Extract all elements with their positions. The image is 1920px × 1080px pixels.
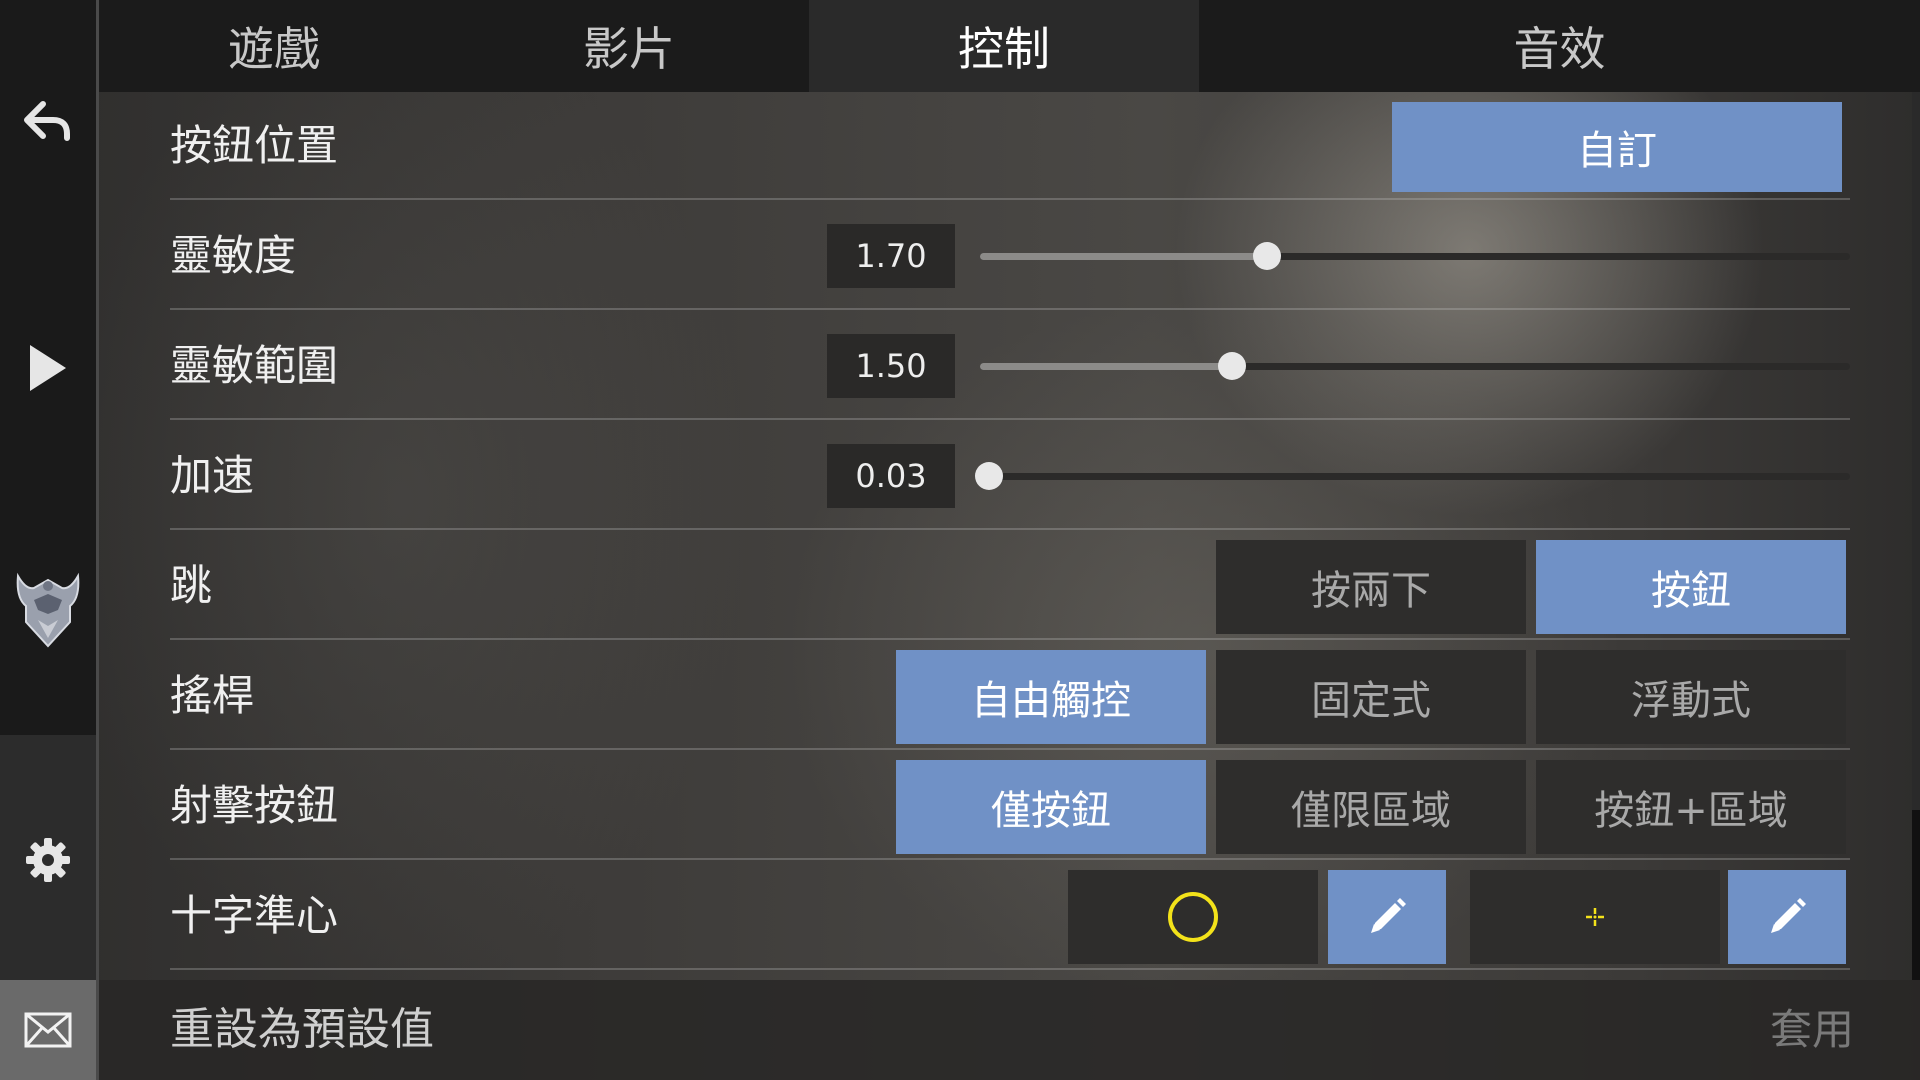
pencil-icon <box>1771 898 1806 933</box>
sensitivity-slider[interactable] <box>980 242 1850 270</box>
button-position-label: 按鈕位置 <box>170 121 339 170</box>
play-button[interactable] <box>0 318 96 418</box>
setting-row-button-position: 按鈕位置 自訂 <box>170 92 1850 200</box>
team-logo-button[interactable] <box>0 560 96 660</box>
apply-button[interactable]: 套用 <box>1770 980 1854 1080</box>
jump-double-tap-button[interactable]: 按兩下 <box>1216 540 1526 634</box>
back-button[interactable] <box>0 72 96 172</box>
setting-row-acceleration: 加速 0.03 <box>170 422 1850 530</box>
sensitivity-range-value[interactable]: 1.50 <box>827 334 955 398</box>
mail-button[interactable] <box>0 980 96 1080</box>
setting-row-jump: 跳 按兩下 按鈕 <box>170 532 1850 640</box>
crosshair-circle-edit-button[interactable] <box>1328 870 1446 964</box>
tab-controls[interactable]: 控制 <box>809 0 1199 92</box>
crosshair-cross-preview[interactable] <box>1470 870 1720 964</box>
setting-row-fire-button: 射擊按鈕 僅按鈕 僅限區域 按鈕+區域 <box>170 752 1850 860</box>
sensitivity-slider-fill <box>980 253 1268 260</box>
crosshair-label: 十字準心 <box>170 891 339 940</box>
sensitivity-range-label: 靈敏範圍 <box>170 341 339 390</box>
small-cross-crosshair-icon <box>1586 908 1604 926</box>
gear-icon <box>26 838 70 882</box>
tab-bar: 遊戲 影片 控制 音效 <box>99 0 1920 92</box>
fire-button-only-button[interactable]: 僅按鈕 <box>896 760 1206 854</box>
play-icon <box>30 345 66 391</box>
jump-label: 跳 <box>170 561 213 610</box>
acceleration-label: 加速 <box>170 451 255 500</box>
joystick-label: 搖桿 <box>170 671 255 720</box>
crosshair-cross-edit-button[interactable] <box>1728 870 1846 964</box>
circle-crosshair-icon <box>1168 892 1218 942</box>
sensitivity-value[interactable]: 1.70 <box>827 224 955 288</box>
sensitivity-label: 靈敏度 <box>170 231 297 280</box>
sensitivity-range-slider-thumb[interactable] <box>1218 352 1247 380</box>
tab-game[interactable]: 遊戲 <box>99 0 449 92</box>
sensitivity-range-slider[interactable] <box>980 352 1850 380</box>
fire-area-only-button[interactable]: 僅限區域 <box>1216 760 1526 854</box>
acceleration-slider-thumb[interactable] <box>974 462 1003 490</box>
sensitivity-slider-thumb[interactable] <box>1253 242 1282 270</box>
tab-video[interactable]: 影片 <box>449 0 809 92</box>
team-logo-icon <box>16 572 80 648</box>
acceleration-slider[interactable] <box>974 462 1850 490</box>
footer-bar: 重設為預設值 套用 <box>99 980 1920 1080</box>
setting-row-crosshair: 十字準心 <box>170 862 1850 970</box>
joystick-floating-button[interactable]: 浮動式 <box>1536 650 1846 744</box>
fire-button-and-area-button[interactable]: 按鈕+區域 <box>1536 760 1846 854</box>
back-arrow-icon <box>24 101 70 141</box>
sensitivity-range-slider-fill <box>980 363 1233 370</box>
setting-row-joystick: 搖桿 自由觸控 固定式 浮動式 <box>170 642 1850 750</box>
tab-audio[interactable]: 音效 <box>1199 0 1920 92</box>
setting-row-sensitivity-range: 靈敏範圍 1.50 <box>170 312 1850 420</box>
joystick-free-touch-button[interactable]: 自由觸控 <box>896 650 1206 744</box>
reset-defaults-button[interactable]: 重設為預設值 <box>170 980 434 1080</box>
setting-row-sensitivity: 靈敏度 1.70 <box>170 202 1850 310</box>
sidebar-divider <box>96 0 99 1080</box>
settings-button[interactable] <box>0 810 96 910</box>
crosshair-circle-preview[interactable] <box>1068 870 1318 964</box>
acceleration-value[interactable]: 0.03 <box>827 444 955 508</box>
joystick-fixed-button[interactable]: 固定式 <box>1216 650 1526 744</box>
scrollbar-thumb[interactable] <box>1912 810 1920 980</box>
sidebar <box>0 0 96 1080</box>
pencil-icon <box>1371 898 1406 933</box>
fire-button-label: 射擊按鈕 <box>170 781 339 830</box>
jump-button-button[interactable]: 按鈕 <box>1536 540 1846 634</box>
mail-icon <box>24 1012 72 1048</box>
button-position-custom-button[interactable]: 自訂 <box>1392 102 1842 192</box>
